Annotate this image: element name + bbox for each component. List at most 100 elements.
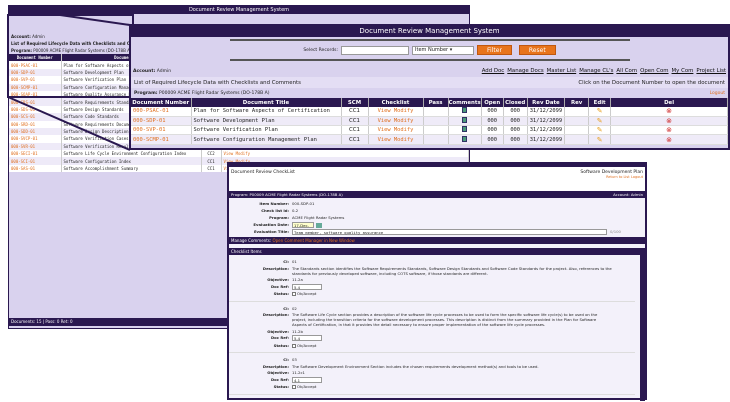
comments-icon[interactable] <box>462 126 468 133</box>
document-list-window: Document Review Management System Select… <box>129 24 730 150</box>
edit-icon[interactable]: ✎ <box>588 134 612 145</box>
nav-link-add-doc[interactable]: Add Doc <box>482 68 505 74</box>
open-count: 000 <box>481 116 504 127</box>
doc-ref-input[interactable]: 5.4 <box>292 335 322 341</box>
checklist-links[interactable]: View Modify <box>368 107 424 117</box>
nav-link-manage-docs[interactable]: Manage Docs <box>507 68 543 74</box>
doc-scm: CC1 <box>341 134 369 145</box>
doc-number-link[interactable]: 000-PSAC-01 <box>131 107 192 117</box>
description-label: Description: <box>262 363 289 369</box>
select-records-label: Select Records: <box>303 47 339 53</box>
status-label: Status: <box>273 291 289 296</box>
field-label: Program: <box>269 215 289 220</box>
bg-highlight-box <box>7 14 134 98</box>
doc-scm: CC1 <box>341 125 369 136</box>
return-to-list-link[interactable]: Return to List <box>606 175 629 179</box>
column-header: SCM <box>341 98 369 107</box>
nav-link-all-com[interactable]: All Com <box>616 68 637 74</box>
edit-icon[interactable]: ✎ <box>588 107 612 117</box>
doc-ref-input[interactable]: 5.4 <box>292 283 322 290</box>
status-checkbox[interactable]: Ok/Accept <box>292 343 316 348</box>
nav-link-manage-cl-s[interactable]: Manage CL's <box>579 68 613 74</box>
delete-icon[interactable]: ⊗ <box>610 125 728 136</box>
objective-label: Objective: <box>267 328 289 334</box>
closed-count: 000 <box>503 107 528 117</box>
status-checkbox[interactable]: Ok/Accept <box>292 291 316 296</box>
nav-link-project-list[interactable]: Project List <box>696 68 726 74</box>
manage-comments-bar: Manage Comments: Open Comment Manager in… <box>229 237 645 244</box>
doc-number-link[interactable]: 000-SDP-01 <box>131 116 192 127</box>
char-count: 0/100 <box>610 229 621 234</box>
logout-link[interactable]: Logout <box>710 91 725 96</box>
account: Account: Admin <box>133 68 172 74</box>
pass-cell <box>423 125 449 136</box>
view-link: View <box>377 117 391 124</box>
edit-icon[interactable]: ✎ <box>588 125 612 136</box>
checklist-logout-link[interactable]: Logout <box>631 175 643 179</box>
comments-cell[interactable] <box>448 125 482 136</box>
open-count: 000 <box>481 134 504 145</box>
comments-icon[interactable] <box>462 116 468 123</box>
doc-number-link[interactable]: 000-SVP-01 <box>131 125 192 136</box>
open-comment-manager-link[interactable]: Open Comment Manager in New Window <box>272 238 354 243</box>
filter-button[interactable]: Filter <box>477 45 512 55</box>
open-count: 000 <box>481 125 504 136</box>
doc-ref-input[interactable]: 4.1 <box>292 376 322 383</box>
evaluation-title-input[interactable]: Team member, software quality assurance <box>292 229 607 235</box>
comments-cell[interactable] <box>448 134 482 145</box>
checklist-items-list: CI: 01 Description: The Standards section i… <box>229 255 645 401</box>
comments-cell[interactable] <box>448 107 482 117</box>
column-header: Edit <box>588 98 612 107</box>
checklist-program-bar: Program: P00009 ACME Flight Radar System… <box>229 191 645 198</box>
comments-icon[interactable] <box>462 107 468 114</box>
comments-cell[interactable] <box>448 116 482 127</box>
doc-title: Software Development Plan <box>191 116 342 127</box>
checklist-item: CI: 03 Description: The Software Developmen… <box>229 353 635 395</box>
checklist-links[interactable]: View Modify <box>368 125 424 136</box>
rev-cell <box>564 107 590 117</box>
field-select[interactable]: Item Number ▾ <box>412 45 475 55</box>
checklist-links[interactable]: View Modify <box>368 116 424 127</box>
program: Program: P00009 ACME Flight Radar System… <box>134 90 270 96</box>
field-value: 0-2 <box>292 208 299 213</box>
select-records-input[interactable] <box>341 45 410 55</box>
checklist-title: Document Review CheckList <box>231 170 295 175</box>
description-label: Description: <box>262 265 289 271</box>
column-header: Rev Date <box>527 98 566 107</box>
ci-label: CI: <box>283 305 289 311</box>
checklist-item: CI: 01 Description: The Standards section i… <box>229 255 635 302</box>
reset-button[interactable]: Reset <box>518 45 556 55</box>
doc-title: Software Verification Plan <box>191 125 342 136</box>
rev-date: 31/12/2099 <box>527 116 566 127</box>
column-header: Document Title <box>191 98 342 107</box>
comments-icon[interactable] <box>462 135 468 142</box>
column-header: Comments <box>448 98 482 107</box>
calendar-icon[interactable] <box>316 222 322 228</box>
nav-link-my-com[interactable]: My Com <box>672 68 694 74</box>
checklist-fields: Item Number: 000-SDP-01 Check list Id: 0-2 P… <box>229 198 645 237</box>
nav-link-open-com[interactable]: Open Com <box>640 68 668 74</box>
list-heading-row: List of Required Lifecycle Data with Che… <box>131 77 728 88</box>
delete-icon[interactable]: ⊗ <box>610 107 728 117</box>
scrollbar[interactable] <box>640 255 645 401</box>
modify-link: Modify <box>393 136 414 143</box>
doc-number-link[interactable]: 000-SCMP-01 <box>131 134 192 145</box>
pass-cell <box>423 116 449 127</box>
ci-label: CI: <box>283 259 289 264</box>
objective-label: Objective: <box>267 370 289 375</box>
field-row: Check list Id: 0-2 <box>229 207 645 214</box>
column-header: Rev <box>564 98 590 107</box>
ci-value: 02 <box>292 305 297 311</box>
modify-link: Modify <box>393 108 414 115</box>
account-row: Account: Admin Add Doc Manage Docs Master … <box>131 65 728 77</box>
field-label: Evaluation Title: <box>253 229 289 234</box>
checklist-links[interactable]: View Modify <box>368 134 424 145</box>
status-checkbox[interactable]: Ok/Accept <box>292 384 316 389</box>
nav-link-master-list[interactable]: Master List <box>547 68 577 74</box>
doc-title: Plan for Software Aspects of Certificati… <box>191 107 342 117</box>
delete-icon[interactable]: ⊗ <box>610 116 728 127</box>
doc_ref-label: Doc Ref: <box>270 335 289 340</box>
edit-icon[interactable]: ✎ <box>588 116 612 127</box>
field-label: Item Number: <box>259 201 289 206</box>
delete-icon[interactable]: ⊗ <box>610 134 728 145</box>
